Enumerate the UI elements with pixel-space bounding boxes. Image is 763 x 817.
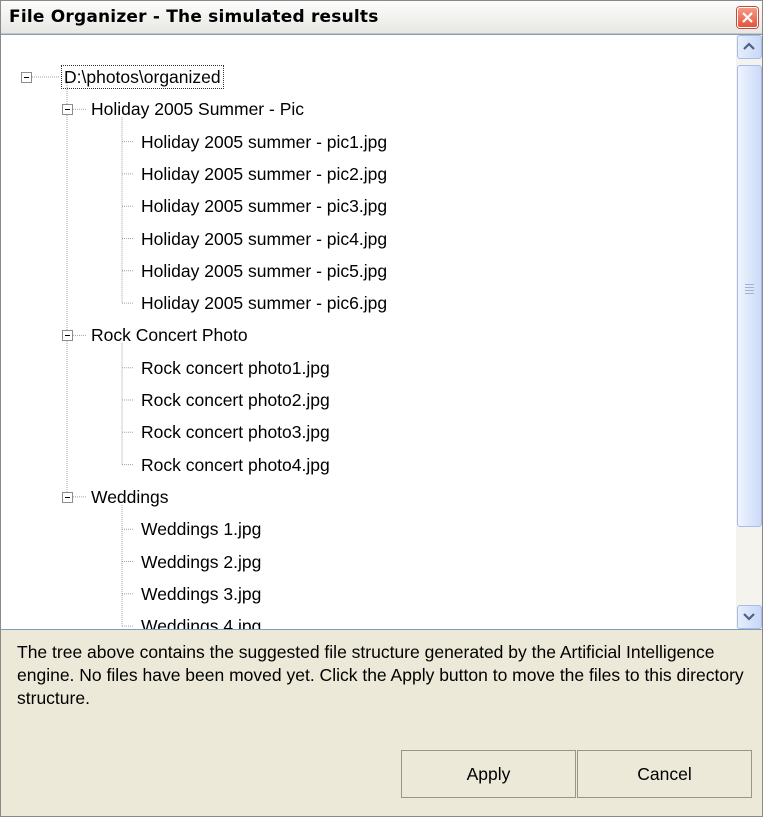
tree-file-node[interactable]: Holiday 2005 summer - pic1.jpg (141, 128, 387, 156)
vertical-scrollbar[interactable] (736, 35, 762, 629)
tree-file-node[interactable]: Holiday 2005 summer - pic5.jpg (141, 257, 387, 285)
tree-file-node[interactable]: Rock concert photo2.jpg (141, 386, 330, 414)
tree-file-node[interactable]: Holiday 2005 summer - pic4.jpg (141, 225, 387, 253)
tree-folder-node[interactable]: Rock Concert Photo (91, 321, 248, 349)
grip-line (745, 284, 754, 285)
tree-folder-node[interactable]: Holiday 2005 Summer - Pic (91, 95, 304, 123)
tree-file-node[interactable]: Weddings 2.jpg (141, 548, 261, 576)
tree-root-node[interactable]: D:\photos\organized (61, 65, 224, 89)
tree-file-node[interactable]: Weddings 3.jpg (141, 580, 261, 608)
title-bar[interactable]: File Organizer - The simulated results (1, 1, 762, 34)
tree-file-node[interactable]: Rock concert photo1.jpg (141, 354, 330, 382)
tree-file-node[interactable]: Rock concert photo3.jpg (141, 418, 330, 446)
folder-collapse-toggle[interactable] (62, 491, 73, 503)
folder-collapse-toggle[interactable] (62, 330, 73, 342)
cancel-button[interactable]: Cancel (577, 750, 752, 798)
results-tree-view[interactable]: D:\photos\organized Holiday 2005 Summer -… (1, 34, 762, 630)
close-icon (742, 12, 753, 23)
scroll-up-button[interactable] (737, 35, 762, 59)
chevron-down-icon (743, 613, 755, 621)
file-organizer-dialog: File Organizer - The simulated results D… (0, 0, 763, 817)
folder-collapse-toggle[interactable] (62, 104, 73, 116)
grip-line (745, 290, 754, 291)
tree-file-node[interactable]: Rock concert photo4.jpg (141, 451, 330, 479)
tree-file-node[interactable]: Weddings 1.jpg (141, 515, 261, 543)
root-collapse-toggle[interactable] (21, 72, 32, 83)
tree-file-node[interactable]: Holiday 2005 summer - pic2.jpg (141, 160, 387, 188)
grip-line (745, 293, 754, 294)
description-text: The tree above contains the suggested fi… (17, 642, 744, 708)
tree-file-node[interactable]: Weddings 4.jpg (141, 612, 261, 629)
grip-line (745, 287, 754, 288)
apply-button[interactable]: Apply (401, 750, 576, 798)
scrollbar-thumb[interactable] (737, 65, 762, 527)
tree-file-node[interactable]: Holiday 2005 summer - pic6.jpg (141, 289, 387, 317)
tree-file-node[interactable]: Holiday 2005 summer - pic3.jpg (141, 192, 387, 220)
close-button[interactable] (737, 7, 758, 28)
scroll-down-button[interactable] (737, 605, 762, 629)
tree-folder-node[interactable]: Weddings (91, 483, 169, 511)
chevron-up-icon (743, 42, 755, 50)
tree: D:\photos\organized Holiday 2005 Summer -… (1, 35, 731, 629)
window-title: File Organizer - The simulated results (9, 7, 379, 27)
